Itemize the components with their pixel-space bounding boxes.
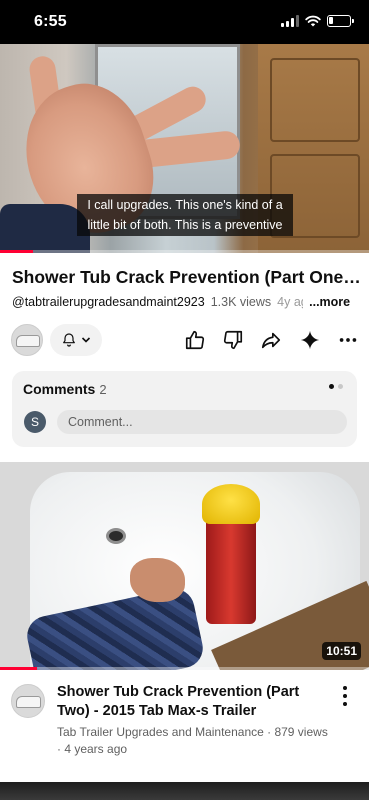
trailer-logo-icon (16, 696, 41, 708)
playback-progress-bar[interactable] (0, 250, 369, 253)
wifi-icon (305, 15, 321, 27)
thumbnail-drain (106, 528, 126, 544)
playback-progress-fill (0, 250, 34, 253)
upload-age: 4y ago (277, 295, 303, 309)
status-icons (281, 15, 354, 27)
comments-title: Comments (23, 381, 96, 397)
thumbs-down-icon (223, 330, 243, 350)
next-video-title[interactable]: Shower Tub Crack Prevention (Part Two) -… (57, 683, 322, 721)
channel-avatar[interactable] (11, 324, 43, 356)
watched-progress-fill (0, 667, 37, 670)
battery-icon (327, 15, 354, 27)
like-button[interactable] (183, 328, 207, 352)
share-icon (261, 332, 281, 349)
next-video-thumbnail[interactable]: 10:51 (0, 462, 369, 670)
video-title[interactable]: Shower Tub Crack Prevention (Part One)..… (12, 267, 362, 288)
comments-card[interactable]: Comments 2 S Comment... (12, 371, 357, 447)
next-item-preview (0, 782, 369, 800)
dislike-button[interactable] (221, 328, 245, 352)
watched-progress-bar (0, 667, 369, 670)
action-row (0, 322, 369, 360)
bell-icon (63, 333, 75, 347)
comment-input[interactable]: Comment... (57, 410, 347, 434)
next-video-menu-button[interactable] (341, 686, 349, 706)
video-player[interactable]: I call upgrades. This one's kind of a li… (0, 44, 369, 253)
channel-handle: @tabtrailerupgradesandmaint2923 (12, 295, 205, 309)
view-count: 1.3K views (210, 295, 272, 309)
next-channel-avatar[interactable] (11, 684, 45, 718)
ask-ai-button[interactable] (298, 328, 322, 352)
comments-pager (329, 384, 343, 389)
sparkle-icon (300, 330, 320, 350)
next-video-meta: Tab Trailer Upgrades and Maintenance · 8… (57, 724, 337, 758)
thumbnail-can-cap (202, 484, 260, 524)
caption-line-1: I call upgrades. This one's kind of a (87, 198, 283, 212)
thumbnail-hand (130, 558, 185, 602)
cellular-signal-icon (281, 15, 299, 27)
more-description-link[interactable]: ...more (309, 295, 350, 309)
caption-line-2: little bit of both. This is a preventive (87, 218, 283, 232)
next-video-channel-views: Tab Trailer Upgrades and Maintenance · 8… (57, 725, 328, 739)
trailer-logo-icon (16, 335, 40, 347)
video-meta[interactable]: @tabtrailerupgradesandmaint2923 1.3K vie… (12, 295, 362, 309)
notification-bell-button[interactable] (50, 324, 102, 356)
comments-count: 2 (99, 382, 107, 397)
status-bar: 6:55 (0, 0, 369, 44)
user-avatar: S (24, 411, 46, 433)
closed-caption: I call upgrades. This one's kind of a li… (77, 194, 293, 236)
thumbs-up-icon (185, 330, 205, 350)
more-horizontal-icon (339, 338, 357, 342)
thumbnail-spray-can (206, 514, 256, 624)
more-actions-button[interactable] (336, 328, 360, 352)
chevron-down-icon (81, 337, 91, 343)
status-time: 6:55 (34, 13, 67, 30)
comments-header: Comments 2 (23, 381, 107, 397)
next-video-age: · 4 years ago (57, 742, 128, 756)
video-duration-badge: 10:51 (322, 642, 361, 660)
share-button[interactable] (259, 328, 283, 352)
